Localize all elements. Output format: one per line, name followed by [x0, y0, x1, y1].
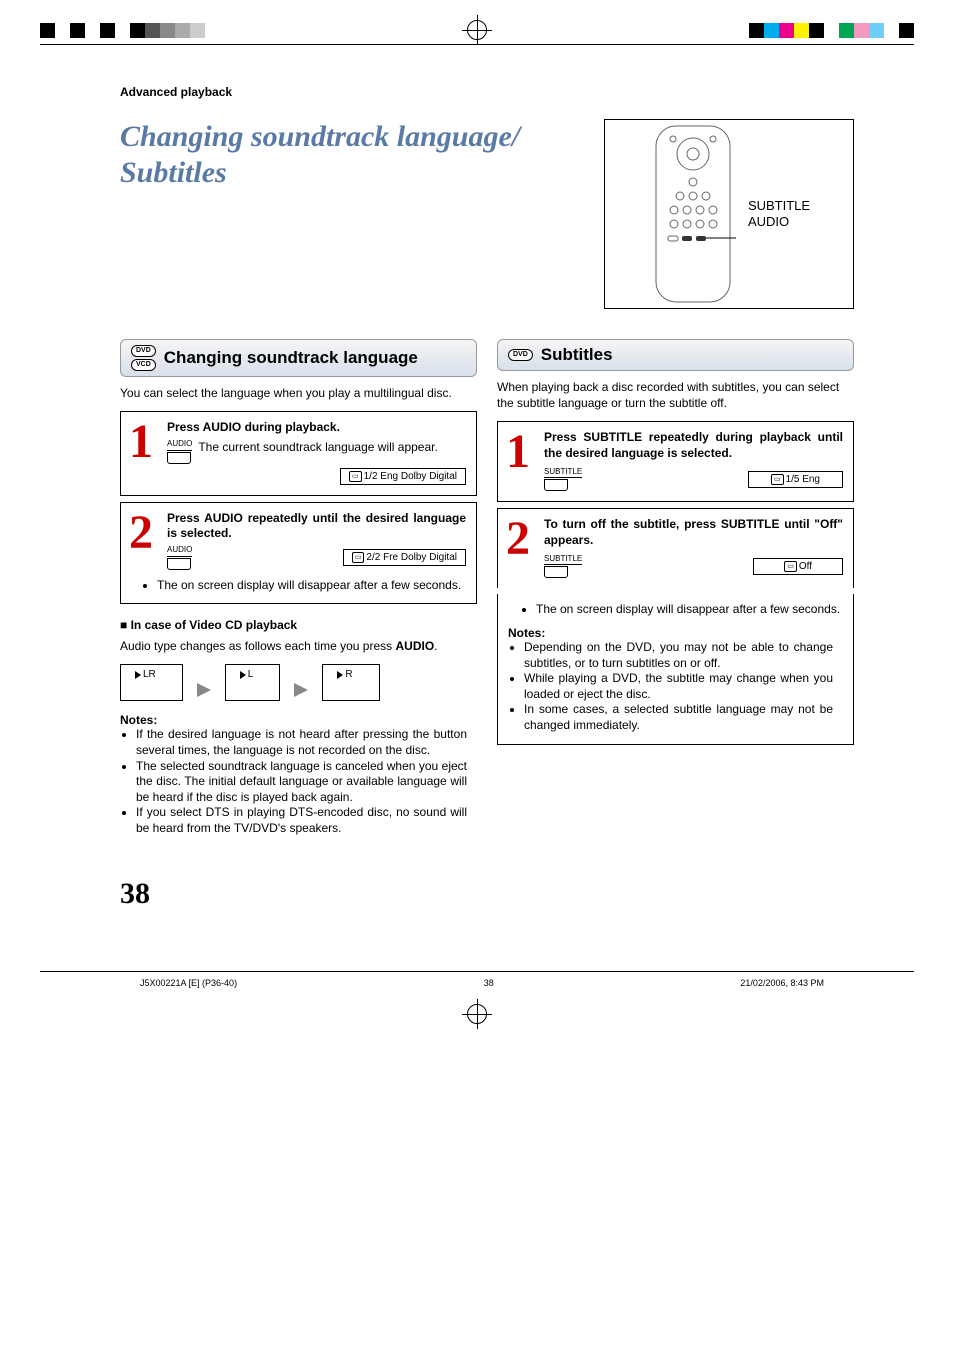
step-2-continued: The on screen display will disappear aft…	[497, 594, 854, 744]
note-item: If the desired language is not heard aft…	[136, 727, 467, 758]
notes-head-left: Notes:	[120, 713, 477, 727]
registration-marks	[0, 0, 954, 44]
step-2-left: 2 Press AUDIO repeatedly until the desir…	[120, 502, 477, 605]
osd-display: ▭Off	[753, 558, 843, 575]
vcd-box-l: L	[225, 664, 281, 701]
step-2-right: 2 To turn off the subtitle, press SUBTIT…	[497, 508, 854, 588]
step-2-bullet: The on screen display will disappear aft…	[157, 578, 466, 594]
vcd-box-lr: LR	[120, 664, 183, 701]
osd-display: ▭1/2 Eng Dolby Digital	[340, 468, 466, 485]
right-squares	[749, 23, 914, 38]
disc-badges: DVD VCD	[131, 345, 156, 371]
note-item: The selected soundtrack language is canc…	[136, 759, 467, 806]
osd-display: ▭2/2 Fre Dolby Digital	[343, 549, 466, 566]
notes-list-left: If the desired language is not heard aft…	[136, 727, 477, 836]
crosshair-icon	[467, 20, 487, 40]
note-item: In some cases, a selected subtitle langu…	[524, 702, 833, 733]
vcd-box-r: R	[322, 664, 379, 701]
osd-display: ▭1/5 Eng	[748, 471, 843, 488]
left-column: DVD VCD Changing soundtrack language You…	[120, 339, 477, 837]
footer-right: 21/02/2006, 8:43 PM	[740, 978, 824, 988]
vcd-desc: Audio type changes as follows each time …	[120, 638, 477, 654]
step-1-desc: The current soundtrack language will app…	[198, 440, 437, 454]
title-line1: Changing soundtrack language/	[120, 120, 520, 153]
right-column: DVD Subtitles When playing back a disc r…	[497, 339, 854, 837]
remote-diagram: SUBTITLE AUDIO	[604, 119, 854, 309]
page-number: 38	[120, 877, 854, 911]
vcd-flow: LR L R	[120, 664, 477, 701]
title-line2: Subtitles	[120, 156, 227, 189]
dvd-badge: DVD	[508, 349, 533, 361]
dvd-badge: DVD	[131, 345, 156, 357]
step-1-head: Press SUBTITLE repeatedly during playbac…	[544, 430, 843, 461]
note-item: If you select DTS in playing DTS-encoded…	[136, 805, 467, 836]
intro-right: When playing back a disc recorded with s…	[497, 379, 854, 411]
disc-badges: DVD	[508, 349, 533, 361]
page-title: Changing soundtrack language/ Subtitles	[120, 119, 520, 191]
subtitle-button-icon: SUBTITLE	[544, 555, 582, 579]
note-item: While playing a DVD, the subtitle may ch…	[524, 671, 833, 702]
step-number: 2	[129, 511, 159, 570]
vcd-subhead: ■ In case of Video CD playback	[120, 618, 477, 632]
left-squares	[40, 23, 205, 38]
panel-title-soundtrack: DVD VCD Changing soundtrack language	[120, 339, 477, 377]
subtitle-button-icon: SUBTITLE	[544, 468, 582, 492]
footer: J5X00221A [E] (P36-40) 38 21/02/2006, 8:…	[40, 971, 914, 994]
arrow-icon	[294, 683, 308, 697]
notes-list-right: Depending on the DVD, you may not be abl…	[524, 640, 843, 734]
notes-head-right: Notes:	[508, 626, 843, 640]
remote-icon	[648, 124, 738, 304]
step-number: 1	[129, 420, 159, 485]
panel-title-subtitles: DVD Subtitles	[497, 339, 854, 371]
step-1-head: Press AUDIO during playback.	[167, 420, 466, 436]
intro-left: You can select the language when you pla…	[120, 385, 477, 401]
step-2-head: Press AUDIO repeatedly until the desired…	[167, 511, 466, 542]
vcd-badge: VCD	[131, 359, 156, 371]
footer-center: 38	[484, 978, 494, 988]
step-1-right: 1 Press SUBTITLE repeatedly during playb…	[497, 421, 854, 502]
step-2-head: To turn off the subtitle, press SUBTITLE…	[544, 517, 843, 548]
step-2-bullet: The on screen display will disappear aft…	[536, 602, 843, 618]
panel-title-text: Subtitles	[541, 345, 613, 365]
footer-left: J5X00221A [E] (P36-40)	[140, 978, 237, 988]
audio-button-icon: AUDIO	[167, 440, 192, 464]
bottom-crosshair	[0, 1004, 954, 1027]
panel-title-text: Changing soundtrack language	[164, 348, 418, 368]
step-number: 1	[506, 430, 536, 491]
audio-button-icon: AUDIO	[167, 546, 192, 570]
note-item: Depending on the DVD, you may not be abl…	[524, 640, 833, 671]
step-1-left: 1 Press AUDIO during playback. AUDIO The…	[120, 411, 477, 496]
arrow-icon	[197, 683, 211, 697]
remote-label-audio: AUDIO	[748, 214, 810, 230]
step-number: 2	[506, 517, 536, 578]
section-header: Advanced playback	[120, 85, 854, 99]
remote-label-subtitle: SUBTITLE	[748, 198, 810, 214]
